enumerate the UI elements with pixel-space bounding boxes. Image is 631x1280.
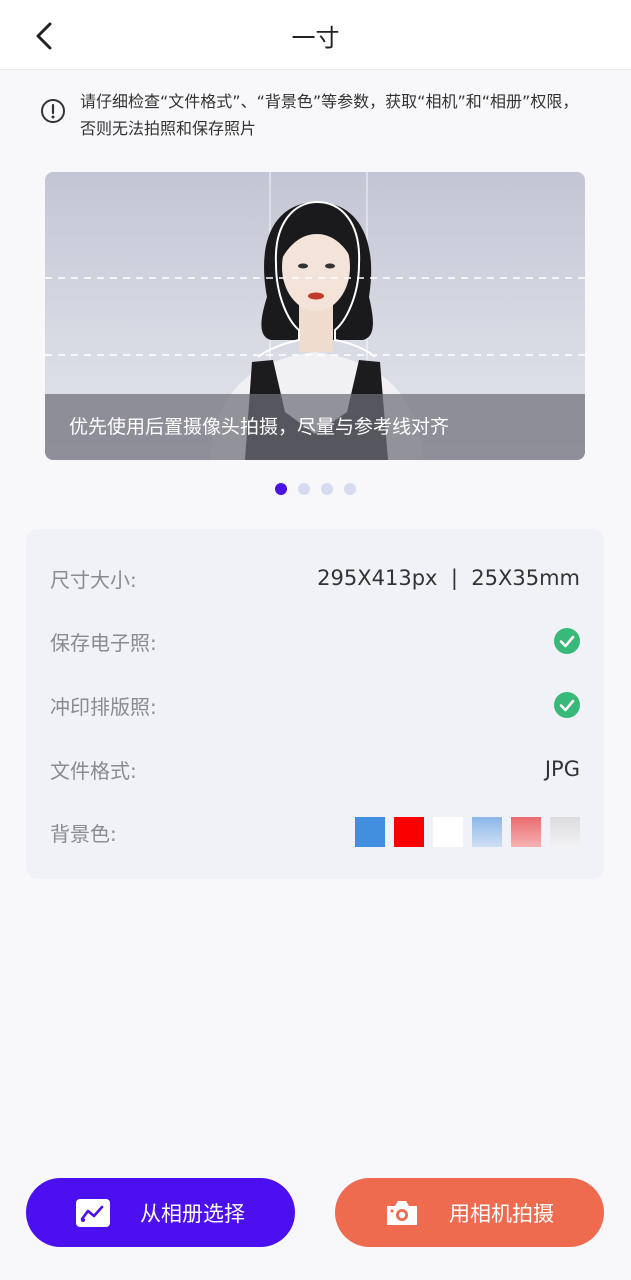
swatch-blue[interactable] (355, 817, 385, 847)
size-label: 尺寸大小: (50, 567, 137, 592)
carousel-indicator (0, 483, 631, 495)
notice-text: 请仔细检查“文件格式”、“背景色”等参数，获取“相机”和“相册”权限，否则无法拍… (80, 92, 579, 138)
choose-from-album-button[interactable]: 从相册选择 (26, 1178, 295, 1247)
spec-card: 尺寸大小: 295X413px | 25X35mm 保存电子照: 冲印排版照: … (26, 529, 604, 879)
format-label: 文件格式: (50, 758, 137, 783)
info-alert-icon (41, 99, 65, 123)
print-layout-label: 冲印排版照: (50, 694, 157, 719)
background-row: 背景色: (50, 812, 580, 852)
size-value: 295X413px | 25X35mm (317, 566, 580, 590)
screen: 一寸 请仔细检查“文件格式”、“背景色”等参数，获取“相机”和“相册”权限，否则… (0, 0, 631, 1280)
format-value: JPG (544, 757, 580, 781)
album-button-label: 从相册选择 (140, 1201, 245, 1226)
top-bar: 一寸 (0, 0, 631, 70)
permission-notice: 请仔细检查“文件格式”、“背景色”等参数，获取“相机”和“相册”权限，否则无法拍… (40, 88, 580, 142)
swatch-gray-gradient[interactable] (550, 817, 580, 847)
size-row: 尺寸大小: 295X413px | 25X35mm (50, 558, 580, 598)
format-row: 文件格式: JPG (50, 749, 580, 789)
carousel-dot[interactable] (321, 483, 333, 495)
take-photo-button[interactable]: 用相机拍摄 (335, 1178, 604, 1247)
check-circle-icon (554, 628, 580, 654)
guide-banner[interactable]: 优先使用后置摄像头拍摄，尽量与参考线对齐 (45, 172, 585, 460)
carousel-dot[interactable] (344, 483, 356, 495)
save-digital-label: 保存电子照: (50, 630, 157, 655)
swatch-red[interactable] (394, 817, 424, 847)
camera-icon (387, 1200, 417, 1225)
swatch-white[interactable] (433, 817, 463, 847)
carousel-dot[interactable] (298, 483, 310, 495)
banner-caption: 优先使用后置摄像头拍摄，尽量与参考线对齐 (45, 394, 585, 460)
save-digital-row: 保存电子照: (50, 621, 580, 661)
background-swatches (355, 817, 580, 847)
check-circle-icon (554, 692, 580, 718)
print-layout-row: 冲印排版照: (50, 685, 580, 725)
page-title: 一寸 (291, 24, 340, 52)
album-image-icon (76, 1198, 110, 1227)
carousel-dot[interactable] (275, 483, 287, 495)
background-label: 背景色: (50, 821, 117, 846)
swatch-pink-gradient[interactable] (511, 817, 541, 847)
swatch-light-blue-gradient[interactable] (472, 817, 502, 847)
camera-button-label: 用相机拍摄 (449, 1201, 554, 1226)
